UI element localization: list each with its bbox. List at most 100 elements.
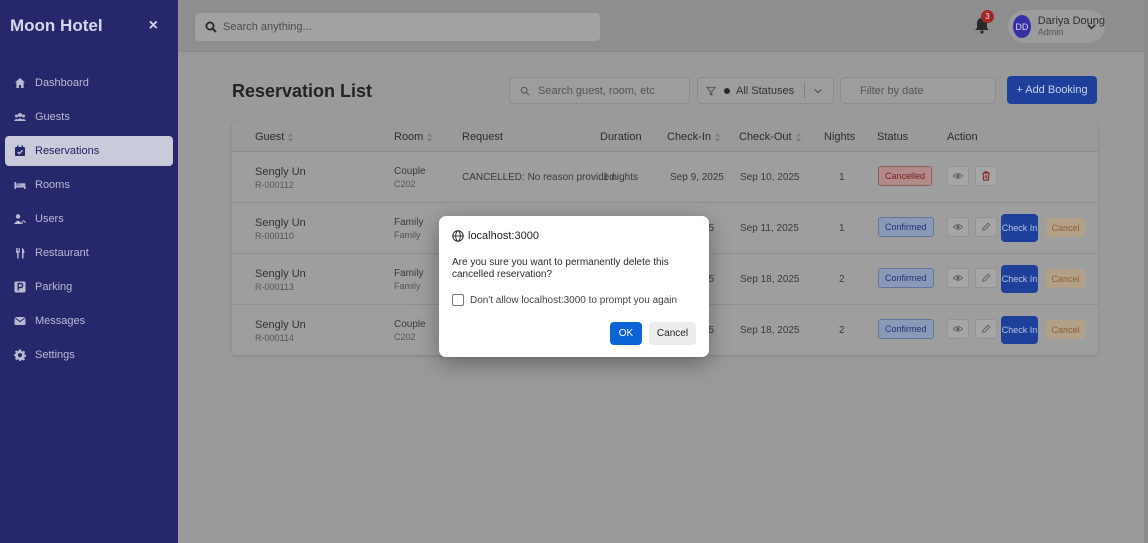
sidebar-item-guests[interactable]: Guests [5, 102, 173, 132]
reservation-search[interactable] [509, 77, 690, 104]
cancel-reservation-button[interactable]: Cancel [1046, 269, 1085, 288]
sidebar-item-label: Guests [35, 111, 70, 123]
checkout-date: Sep 18, 2025 [740, 325, 800, 336]
column-label: Nights [824, 131, 856, 143]
column-label: Status [877, 131, 909, 143]
chevron-down-icon [814, 88, 822, 94]
status-filter-select[interactable]: All Statuses [697, 77, 834, 104]
sidebar-item-label: Users [35, 213, 64, 225]
table-row: Sengly Un R-000112 Couple C202 CANCELLED… [232, 152, 1098, 203]
status-dot [724, 87, 730, 94]
suppress-prompts-option[interactable]: Don't allow localhost:3000 to prompt you… [452, 294, 677, 306]
dialog-title: localhost:3000 [452, 230, 539, 242]
sidebar-nav: Dashboard Guests Reservations Rooms User… [0, 68, 178, 370]
sidebar-item-parking[interactable]: Parking [5, 272, 173, 302]
sidebar-item-restaurant[interactable]: Restaurant [5, 238, 173, 268]
sidebar-item-reservations[interactable]: Reservations [5, 136, 173, 166]
global-search[interactable] [195, 13, 600, 41]
edit-button[interactable] [975, 217, 997, 237]
guest-name: Sengly Un [255, 217, 306, 229]
checkin-date: Sep 9, 2025 [670, 172, 724, 183]
column-header-guest[interactable]: Guest [255, 131, 294, 143]
check-in-button[interactable]: Check In [1001, 316, 1038, 344]
table-header: Guest Room Request Duration Check-In Che… [232, 121, 1098, 152]
add-booking-button[interactable]: + Add Booking [1007, 76, 1097, 104]
envelope-icon [12, 314, 28, 328]
user-menu[interactable]: DD Dariya Doung Admin [1008, 10, 1105, 43]
room-number: Family [394, 281, 421, 291]
sort-icon [795, 132, 801, 142]
guests-icon [12, 110, 28, 124]
eye-icon [953, 173, 963, 179]
view-button[interactable] [947, 166, 969, 186]
reservation-id: R-000112 [255, 180, 294, 190]
reservation-id: R-000114 [255, 333, 294, 343]
sidebar-item-label: Restaurant [35, 247, 89, 259]
scrollbar[interactable] [1144, 0, 1148, 543]
view-button[interactable] [947, 319, 969, 339]
sidebar-item-label: Dashboard [35, 77, 89, 89]
sidebar-item-settings[interactable]: Settings [5, 340, 173, 370]
sidebar-item-rooms[interactable]: Rooms [5, 170, 173, 200]
reservation-search-input[interactable] [538, 84, 678, 97]
divider [804, 83, 805, 99]
suppress-prompts-checkbox[interactable] [452, 294, 464, 306]
status-badge: Confirmed [878, 319, 934, 339]
suppress-prompts-label: Don't allow localhost:3000 to prompt you… [470, 294, 678, 306]
column-header-action: Action [947, 131, 978, 143]
sidebar-item-messages[interactable]: Messages [5, 306, 173, 336]
status-badge: Confirmed [878, 268, 934, 288]
users-icon [12, 212, 28, 226]
date-filter[interactable] [840, 77, 1000, 104]
column-header-room[interactable]: Room [394, 131, 433, 143]
cancel-reservation-button[interactable]: Cancel [1046, 218, 1085, 237]
room-type: Couple [394, 319, 426, 330]
bed-icon [12, 178, 28, 192]
sidebar-item-users[interactable]: Users [5, 204, 173, 234]
guest-name: Sengly Un [255, 319, 306, 331]
guest-name: Sengly Un [255, 268, 306, 280]
reservation-id: R-000110 [255, 231, 294, 241]
parking-icon [12, 280, 28, 294]
sidebar-item-label: Parking [35, 281, 73, 293]
date-filter-input[interactable] [860, 84, 1000, 97]
pencil-icon [982, 222, 991, 231]
ok-button[interactable]: OK [610, 322, 642, 345]
check-in-button[interactable]: Check In [1001, 214, 1038, 242]
status-badge: Cancelled [878, 166, 933, 186]
sort-icon [427, 132, 433, 142]
chevron-down-icon [1087, 24, 1096, 30]
room-number: C202 [394, 179, 416, 189]
filter-icon [706, 86, 716, 96]
sidebar-item-label: Messages [35, 315, 86, 327]
global-search-input[interactable] [223, 21, 583, 33]
sidebar-item-label: Reservations [35, 145, 100, 157]
view-button[interactable] [947, 268, 969, 288]
check-in-button[interactable]: Check In [1001, 265, 1038, 293]
close-sidebar-icon[interactable]: × [149, 17, 158, 35]
edit-button[interactable] [975, 319, 997, 339]
cancel-button[interactable]: Cancel [649, 322, 696, 345]
delete-button[interactable] [975, 166, 997, 186]
nights: 1 [839, 172, 845, 183]
calendar-check-icon [12, 144, 28, 158]
cancel-reservation-button[interactable]: Cancel [1046, 320, 1085, 339]
sidebar-item-dashboard[interactable]: Dashboard [5, 68, 173, 98]
room-number: Family [394, 230, 421, 240]
eye-icon [953, 326, 963, 332]
column-header-request: Request [462, 131, 503, 143]
room-type: Family [394, 268, 424, 279]
column-label: Room [394, 131, 424, 143]
notifications-button[interactable]: 3 [974, 10, 994, 38]
view-button[interactable] [947, 217, 969, 237]
checkout-date: Sep 10, 2025 [740, 172, 800, 183]
column-label: Guest [255, 131, 285, 143]
nights: 1 [839, 223, 845, 234]
column-header-checkout[interactable]: Check-Out [739, 131, 801, 143]
dialog-message: Are you sure you want to permanently del… [452, 257, 669, 280]
eye-icon [953, 275, 963, 281]
trash-icon [982, 171, 990, 181]
pencil-icon [982, 273, 991, 282]
column-header-checkin[interactable]: Check-In [667, 131, 721, 143]
edit-button[interactable] [975, 268, 997, 288]
